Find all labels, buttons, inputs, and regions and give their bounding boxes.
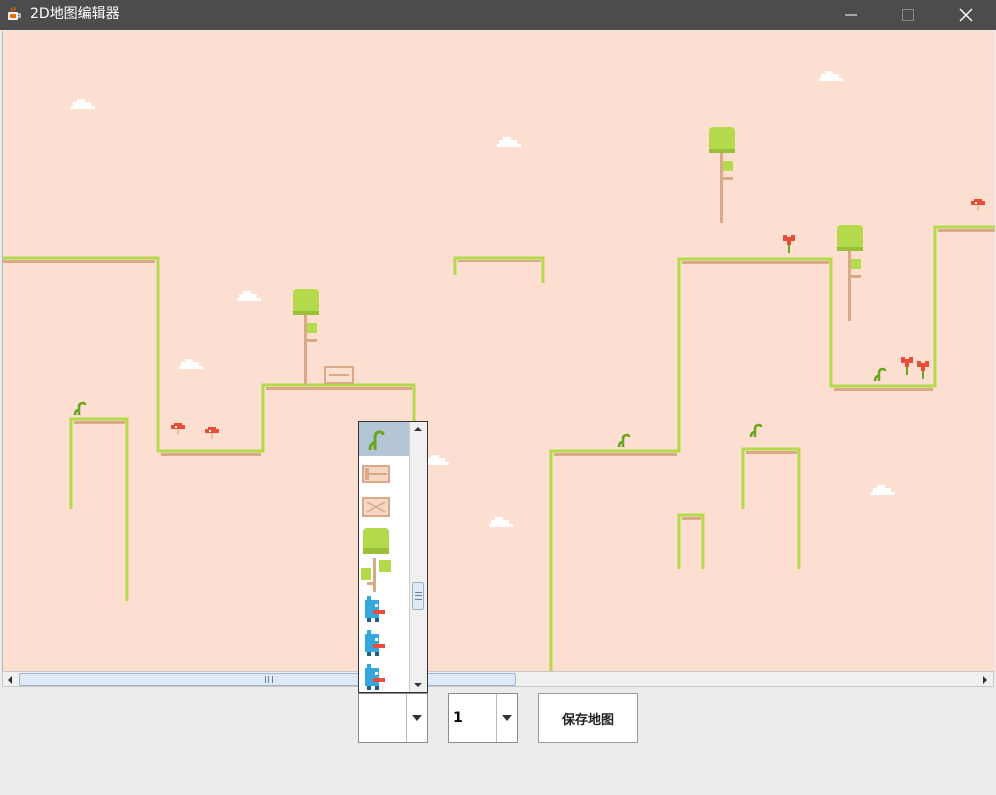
close-icon [959, 8, 973, 22]
save-map-button[interactable]: 保存地图 [538, 693, 638, 743]
tile-combo-dropdown[interactable] [406, 694, 427, 742]
arrow-left-icon [8, 676, 12, 684]
tile-option-sprout[interactable] [359, 422, 411, 456]
scroll-left-button[interactable] [3, 672, 19, 686]
window-title: 2D地图编辑器 [30, 6, 120, 22]
arrow-right-icon [983, 676, 987, 684]
player-icon [365, 630, 385, 656]
tile-option-player[interactable] [359, 626, 393, 660]
tile-option-tree-top[interactable] [359, 524, 393, 558]
horizontal-scrollbar[interactable] [2, 671, 994, 687]
chevron-down-icon [412, 715, 422, 721]
layer-value: 1 [453, 710, 463, 726]
tile-option-crate[interactable] [359, 456, 393, 490]
crate-icon [362, 465, 390, 483]
vertical-scroll-thumb[interactable] [412, 582, 424, 610]
tile-option-player[interactable] [359, 592, 393, 626]
layer-combo[interactable]: 1 [448, 693, 518, 743]
minimize-icon [845, 14, 857, 16]
tree-top-icon [363, 528, 389, 554]
grip-icon [265, 676, 273, 683]
layer-combo-dropdown[interactable] [496, 694, 517, 742]
grip-icon [415, 592, 422, 600]
tile-option-player[interactable] [359, 660, 393, 692]
player-icon [365, 596, 385, 622]
tile-combo[interactable] [358, 693, 428, 743]
sprout-icon [368, 430, 385, 451]
map-scene [3, 71, 995, 671]
branch-icon [361, 558, 391, 592]
map-canvas[interactable] [2, 31, 995, 671]
maximize-button[interactable] [879, 0, 937, 30]
arrow-down-icon[interactable] [410, 678, 427, 692]
minimize-button[interactable] [822, 0, 880, 30]
tile-option-broken-crate[interactable] [359, 490, 393, 524]
player-icon [365, 664, 385, 690]
scroll-right-button[interactable] [977, 672, 993, 686]
close-button[interactable] [937, 0, 995, 30]
tile-option-branch[interactable] [359, 558, 393, 592]
java-icon [8, 6, 21, 20]
arrow-up-icon[interactable] [410, 422, 427, 436]
horizontal-scroll-thumb[interactable] [19, 673, 516, 686]
vertical-scrollbar[interactable] [409, 422, 427, 692]
tile-dropdown-list[interactable] [358, 421, 428, 693]
chevron-down-icon [502, 715, 512, 721]
broken-crate-icon [362, 497, 390, 517]
maximize-icon [902, 9, 914, 21]
title-bar: 2D地图编辑器 [0, 0, 996, 30]
